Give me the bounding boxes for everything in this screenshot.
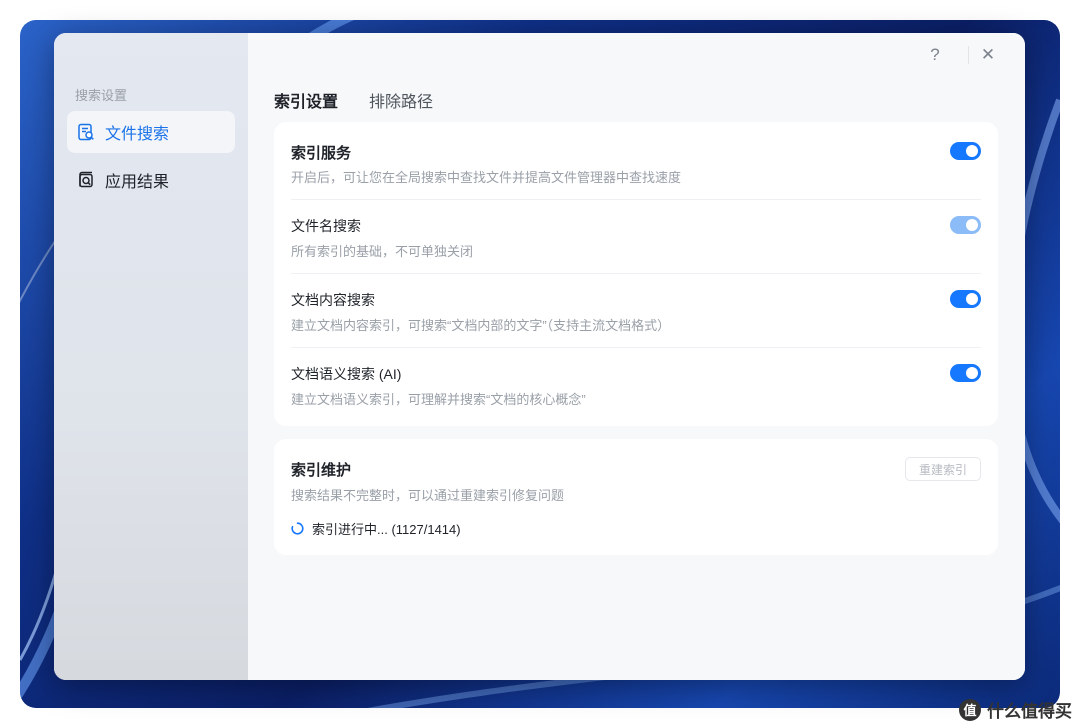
loading-spinner-icon [291, 522, 304, 535]
filename-search-desc: 所有索引的基础，不可单独关闭 [291, 244, 474, 259]
divider [291, 347, 981, 348]
tab-index-settings[interactable]: 索引设置 [274, 88, 338, 112]
help-icon: ? [930, 45, 940, 64]
filename-search-title: 文件名搜索 [291, 218, 361, 234]
help-button[interactable]: ? [921, 43, 949, 67]
maintenance-title: 索引维护 [291, 462, 352, 479]
watermark: 值 什么值得买 [959, 697, 1072, 722]
sidebar-item-app-results[interactable]: 应用结果 [67, 159, 235, 201]
title-divider [968, 46, 969, 64]
rebuild-index-button[interactable]: 重建索引 [905, 457, 981, 481]
sidebar-heading: 搜索设置 [75, 88, 128, 103]
content-search-row: 文档内容搜索 建立文档内容索引，可搜索“文档内部的文字”（支持主流文档格式） [291, 290, 981, 333]
semantic-search-desc: 建立文档语义索引，可理解并搜索“文档的核心概念” [291, 392, 586, 407]
filename-search-row: 文件名搜索 所有索引的基础，不可单独关闭 [291, 216, 981, 259]
close-button[interactable]: ✕ [974, 43, 1002, 67]
index-service-toggle[interactable] [950, 142, 981, 160]
sidebar-item-label: 应用结果 [105, 174, 170, 191]
filename-search-toggle [950, 216, 981, 234]
close-icon: ✕ [980, 45, 996, 64]
index-service-title: 索引服务 [291, 145, 352, 162]
file-search-icon [77, 123, 95, 141]
progress-text: 索引进行中... (1127/1414) [312, 522, 461, 537]
sidebar-item-file-search[interactable]: 文件搜索 [67, 111, 235, 153]
index-service-row: 索引服务 开启后，可让您在全局搜索中查找文件并提高文件管理器中查找速度 [291, 142, 981, 185]
maintenance-desc: 搜索结果不完整时，可以通过重建索引修复问题 [291, 488, 565, 503]
content-search-desc: 建立文档内容索引，可搜索“文档内部的文字”（支持主流文档格式） [291, 318, 671, 333]
sidebar-item-label: 文件搜索 [105, 126, 170, 143]
app-search-icon [77, 171, 95, 189]
index-progress: 索引进行中... (1127/1414) [291, 519, 461, 538]
index-maintenance-card: 索引维护 搜索结果不完整时，可以通过重建索引修复问题 重建索引 索引进行中...… [274, 439, 998, 555]
content-search-title: 文档内容搜索 [291, 292, 375, 308]
semantic-search-row: 文档语义搜索 (AI) 建立文档语义索引，可理解并搜索“文档的核心概念” [291, 364, 981, 407]
content-search-toggle[interactable] [950, 290, 981, 308]
watermark-text: 什么值得买 [987, 702, 1072, 721]
divider [291, 273, 981, 274]
index-service-desc: 开启后，可让您在全局搜索中查找文件并提高文件管理器中查找速度 [291, 170, 682, 185]
main-panel: ? ✕ 索引设置 排除路径 索引服务 开启后，可让您在全局搜索中查找文件并提高文… [248, 33, 1025, 680]
semantic-search-toggle[interactable] [950, 364, 981, 382]
sidebar: 搜索设置 文件搜索 应用结果 [54, 33, 248, 680]
search-settings-window: 搜索设置 文件搜索 应用结果 ? ✕ 索引设置 排除路径 索引服务 开启后，可让… [54, 33, 1025, 680]
tab-exclude-paths[interactable]: 排除路径 [369, 88, 433, 112]
semantic-search-title: 文档语义搜索 (AI) [291, 366, 402, 382]
index-settings-card: 索引服务 开启后，可让您在全局搜索中查找文件并提高文件管理器中查找速度 文件名搜… [274, 122, 998, 426]
divider [291, 199, 981, 200]
watermark-logo: 值 [959, 698, 981, 721]
